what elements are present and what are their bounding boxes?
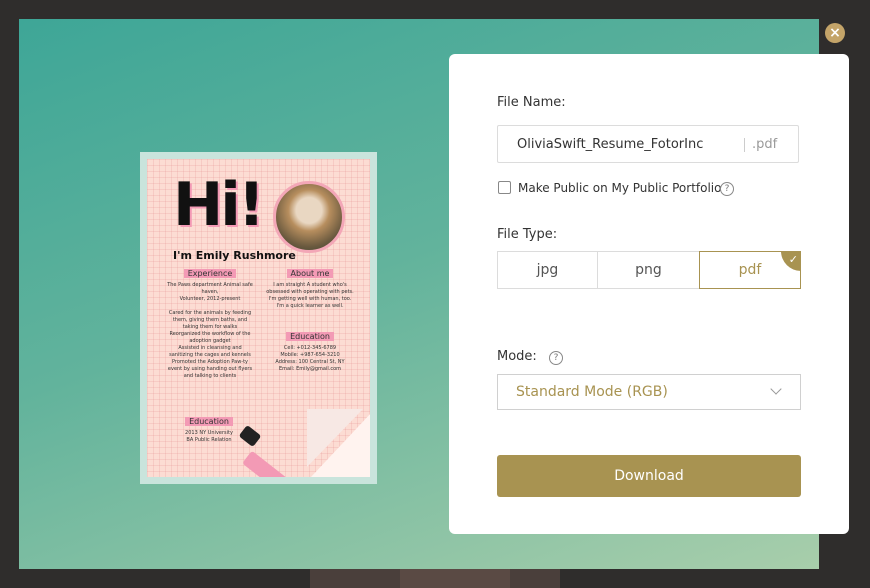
- resume-name: I'm Emily Rushmore: [173, 249, 296, 262]
- about-line: obsessed with operating with pets.: [266, 289, 354, 295]
- experience-line: Assisted in cleansing and: [178, 345, 242, 351]
- check-icon: ✓: [781, 251, 801, 271]
- pen-illustration: [242, 450, 315, 477]
- help-icon[interactable]: ?: [549, 351, 563, 365]
- about-text: I am straight A student who's obsessed wi…: [257, 282, 363, 310]
- experience-text: The Paws department Animal safe haven, Vol…: [155, 282, 265, 380]
- file-type-label: File Type:: [497, 227, 558, 242]
- file-type-selector: jpg png pdf ✓: [497, 251, 801, 289]
- about-line: I'm a quick learner as well.: [276, 303, 344, 309]
- experience-line: them, giving them baths, and: [172, 317, 248, 323]
- resume-page: Hi! I'm Emily Rushmore Experience The Pa…: [147, 159, 370, 477]
- resume-preview: Hi! I'm Emily Rushmore Experience The Pa…: [140, 152, 377, 484]
- mode-select[interactable]: Standard Mode (RGB): [497, 374, 801, 410]
- contact-line: Cell: +012-345-6789: [283, 345, 337, 351]
- file-extension: .pdf: [752, 137, 778, 152]
- contact-line: Email: Emily@gmail.com: [278, 366, 342, 372]
- experience-line: The Paws department Animal safe: [167, 282, 253, 288]
- download-button[interactable]: Download: [497, 455, 801, 497]
- contact-section: Education Cell: +012-345-6789 Mobile: +98…: [257, 332, 363, 373]
- about-section: About me I am straight A student who's ob…: [257, 269, 363, 310]
- experience-line: Volunteer, 2012-present: [179, 296, 241, 302]
- contact-text: Cell: +012-345-6789 Mobile: +987-654-3210…: [257, 345, 363, 373]
- experience-line: adoption gadget: [189, 338, 231, 344]
- file-name-label: File Name:: [497, 95, 566, 110]
- experience-line: taking them for walks: [182, 324, 238, 330]
- contact-title: Education: [286, 332, 334, 341]
- experience-section: Experience The Paws department Animal sa…: [155, 269, 265, 380]
- experience-line: Cared for the animals by feeding: [168, 310, 252, 316]
- contact-line: Address: 100 Central St, NY: [275, 359, 345, 365]
- file-type-pdf[interactable]: pdf ✓: [699, 251, 801, 289]
- experience-line: Promoted the Adoption Paw-ty: [171, 359, 249, 365]
- file-name-divider: [744, 138, 745, 152]
- experience-title: Experience: [183, 269, 237, 278]
- resume-photo: [273, 181, 345, 253]
- help-icon[interactable]: ?: [720, 182, 734, 196]
- export-settings-panel: File Name: OliviaSwift_Resume_FotorInc .…: [449, 54, 849, 534]
- experience-line: [155, 303, 265, 310]
- education-title: Education: [185, 417, 233, 426]
- experience-line: and talking to clients: [183, 373, 237, 379]
- contact-line: Mobile: +987-654-3210: [280, 352, 340, 358]
- file-name-value: OliviaSwift_Resume_FotorInc: [517, 137, 704, 152]
- resume-headline: Hi!: [173, 170, 265, 240]
- public-portfolio-checkbox[interactable]: [498, 181, 511, 194]
- experience-line: event by using handing out flyers: [167, 366, 253, 372]
- mode-label: Mode:: [497, 349, 537, 364]
- about-title: About me: [286, 269, 334, 278]
- file-name-input[interactable]: OliviaSwift_Resume_FotorInc .pdf: [497, 125, 799, 163]
- chevron-down-icon: [770, 383, 782, 395]
- file-type-pdf-label: pdf: [738, 262, 762, 278]
- public-portfolio-label[interactable]: Make Public on My Public Portfolio: [518, 181, 721, 195]
- experience-line: haven,: [201, 289, 219, 295]
- about-line: I am straight A student who's: [273, 282, 347, 288]
- about-line: I'm getting well with human, too.: [268, 296, 352, 302]
- close-icon[interactable]: ×: [825, 23, 845, 43]
- experience-line: sanitizing the cages and kennels: [169, 352, 251, 358]
- experience-line: Reorganized the workflow of the: [169, 331, 251, 337]
- file-type-png[interactable]: png: [597, 251, 700, 289]
- mode-value: Standard Mode (RGB): [516, 384, 668, 400]
- background-element: [400, 568, 510, 588]
- file-type-jpg[interactable]: jpg: [497, 251, 598, 289]
